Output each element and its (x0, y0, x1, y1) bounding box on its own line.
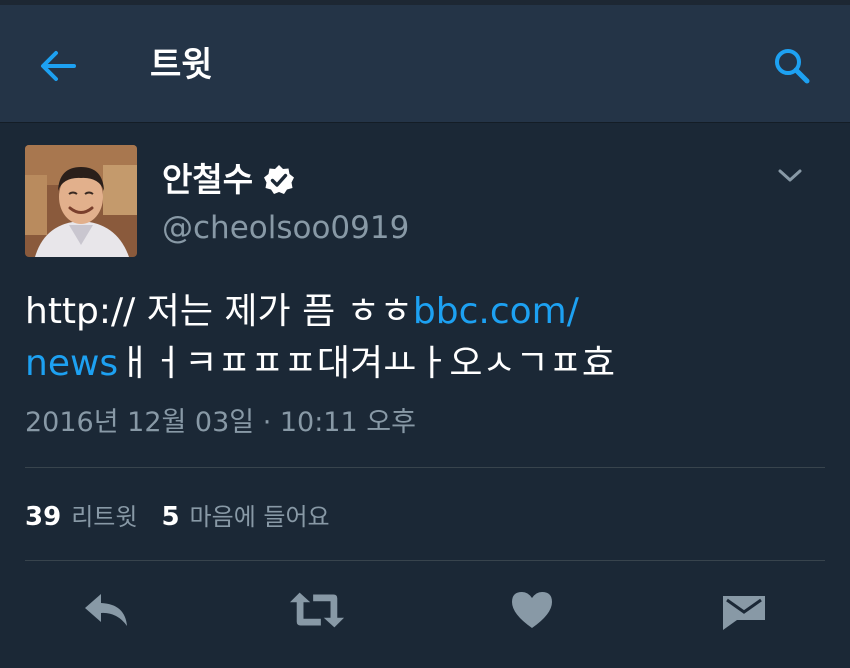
tweet-timestamp: 2016년 12월 03일 · 10:11 오후 (25, 407, 416, 438)
author-name-row[interactable]: 안철수 (162, 158, 295, 202)
retweet-icon (289, 592, 345, 628)
search-icon (775, 49, 810, 84)
tweet-link[interactable]: bbc.com/ (413, 291, 579, 332)
profile-photo (25, 145, 137, 257)
search-button[interactable] (766, 41, 818, 91)
arrow-left-icon (41, 51, 76, 81)
chevron-down-icon (778, 169, 802, 182)
tweet-stats: 39 리트윗 5 마음에 들어요 (25, 497, 330, 537)
reply-button[interactable] (78, 584, 134, 636)
divider (25, 560, 825, 561)
tweet-link-continued[interactable]: news (25, 343, 118, 384)
message-icon (723, 596, 765, 630)
app-header: 트윗 (0, 5, 850, 123)
back-button[interactable] (32, 41, 84, 91)
tweet-text-segment: http:// 저는 제가 픔 ㅎㅎ (25, 291, 413, 332)
tweet-options-button[interactable] (772, 160, 808, 192)
like-button[interactable] (504, 584, 560, 636)
page-title: 트윗 (150, 45, 213, 85)
retweet-count[interactable]: 39 (25, 497, 61, 537)
verified-badge-icon (264, 165, 295, 194)
reply-icon (85, 594, 127, 626)
heart-icon (512, 592, 552, 628)
author-display-name[interactable]: 안철수 (162, 158, 253, 202)
message-button[interactable] (716, 584, 772, 636)
retweet-button[interactable] (289, 584, 345, 636)
like-count[interactable]: 5 (161, 497, 179, 537)
retweet-label[interactable]: 리트윗 (71, 497, 137, 537)
tweet-text-segment-2: ㅐㅓㅋㅍㅍㅍ대겨ㅛㅏ오ㅅㄱㅍ효 (118, 343, 615, 384)
divider (25, 467, 825, 468)
tweet-text: http:// 저는 제가 픔 ㅎㅎbbc.com/ newsㅐㅓㅋㅍㅍㅍ대겨ㅛ… (25, 286, 815, 390)
avatar[interactable] (25, 145, 137, 257)
like-label[interactable]: 마음에 들어요 (190, 497, 330, 537)
author-handle[interactable]: @cheolsoo0919 (162, 208, 409, 248)
